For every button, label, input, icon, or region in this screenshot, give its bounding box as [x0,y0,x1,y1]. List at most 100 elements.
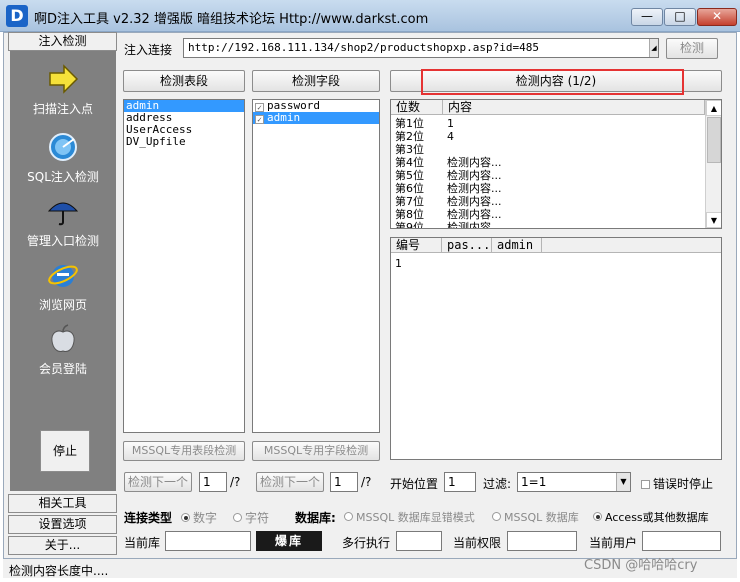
next-field-input[interactable]: 1 [330,472,358,492]
scroll-thumb[interactable] [707,117,721,163]
current-perm-input[interactable] [507,531,577,551]
sidebar-item-scan[interactable]: 扫描注入点 [10,63,116,117]
conn-char-radio[interactable]: 字符 [233,509,269,526]
umbrella-icon [47,202,79,226]
next-field-button[interactable]: 检测下一个 [256,472,324,492]
radio[interactable] [181,513,190,522]
radio[interactable] [492,512,501,521]
sidebar: 扫描注入点 SQL注入检测 管理入口检测 浏览网页 会员登陆 [10,51,116,491]
table-row[interactable]: 第3位 [391,143,705,156]
sidebar-item-label: 会员登陆 [38,362,87,376]
position-cell: 第8位 [395,208,424,221]
mssql-field-detect-button[interactable]: MSSQL专用字段检测 [252,441,380,461]
db-access-radio[interactable]: Access或其他数据库 [593,509,709,525]
scroll-down-icon[interactable]: ▼ [706,212,721,228]
table-row[interactable]: 第9位 检测内容... [391,221,705,228]
radar-icon [49,133,77,161]
position-cell: 第5位 [395,169,424,182]
table-row[interactable]: 第6位 检测内容... [391,182,705,195]
error-stop-checkbox[interactable]: 错误时停止 [641,475,713,492]
url-dropdown-icon[interactable]: ◢ [649,39,658,57]
table-row[interactable]: 第1位 1 [391,117,705,130]
current-db-label: 当前库 [124,536,161,550]
list-item[interactable]: DV_Upfile [124,136,244,148]
close-button[interactable]: ✕ [697,8,737,26]
next-table-input[interactable]: 1 [199,472,227,492]
tab-settings[interactable]: 设置选项 [8,515,117,534]
table-row[interactable]: 第7位 检测内容... [391,195,705,208]
tab-injection-detect[interactable]: 注入检测 [8,32,117,51]
tab-about[interactable]: 关于... [8,536,117,555]
filter-select[interactable]: 1=1 [517,472,631,492]
result-grid-header: 编号 pas... admin [391,238,721,253]
scroll-up-icon[interactable]: ▲ [706,100,721,116]
detect-button[interactable]: 检测 [666,38,718,59]
content-cell: 检测内容... [447,169,502,182]
checkbox[interactable]: ✓ [255,103,264,112]
sidebar-item-admin-entry[interactable]: 管理入口检测 [10,195,116,249]
sidebar-item-label: 管理入口检测 [26,234,99,248]
tab-related-tools[interactable]: 相关工具 [8,494,117,513]
sidebar-item-sql-detect[interactable]: SQL注入检测 [10,131,116,185]
window-title: 啊D注入工具 v2.32 增强版 暗组技术论坛 Http://www.darks… [34,12,429,27]
content-grid[interactable]: 位数 内容 第1位 1 第2位 4 第3位 第4位 检测内容... 第5位 检测内容... 第6位… [390,99,722,229]
table-row[interactable]: 第8位 检测内容... [391,208,705,221]
table-row[interactable]: 第2位 4 [391,130,705,143]
content-cell: 检测内容... [447,182,502,195]
radio[interactable] [593,512,602,521]
next-field-suffix: /? [361,475,372,489]
database-label: 数据库: [295,511,336,525]
list-item[interactable]: ✓ admin [253,112,379,124]
conn-number-radio[interactable]: 数字 [181,509,217,526]
checkbox[interactable]: ✓ [255,115,264,124]
minimize-button[interactable]: — [631,8,663,26]
column-header[interactable]: 位数 [391,100,443,115]
table-row[interactable]: 第4位 检测内容... [391,156,705,169]
sidebar-item-browse[interactable]: 浏览网页 [10,259,116,313]
watermark: CSDN @哈哈哈cry [584,558,698,573]
checkbox[interactable] [641,480,650,489]
next-table-button[interactable]: 检测下一个 [124,472,192,492]
radio[interactable] [233,513,242,522]
content-scrollbar[interactable]: ▲ ▼ [705,100,721,228]
start-position-input[interactable]: 1 [444,472,476,492]
column-header[interactable]: 内容 [443,100,705,115]
chevron-down-icon[interactable]: ▼ [616,473,630,491]
table-row[interactable]: 1 [391,257,721,270]
maximize-button[interactable]: □ [664,8,696,26]
app-icon: D [6,5,28,27]
db-mssql-error-radio[interactable]: MSSQL 数据库显错模式 [344,509,475,525]
result-grid[interactable]: 编号 pas... admin 1 [390,237,722,460]
detect-tables-button[interactable]: 检测表段 [123,70,245,92]
multi-exec-input[interactable] [396,531,442,551]
position-cell: 第1位 [395,117,424,130]
apple-icon [51,324,75,352]
radio[interactable] [344,512,353,521]
mssql-table-detect-button[interactable]: MSSQL专用表段检测 [123,441,245,461]
result-cell: 1 [395,257,402,270]
position-cell: 第2位 [395,130,424,143]
table-row[interactable]: 第5位 检测内容... [391,169,705,182]
column-header[interactable]: admin [492,238,542,253]
content-grid-header: 位数 内容 [391,100,705,115]
stop-button[interactable]: 停止 [40,430,90,472]
sidebar-item-member-login[interactable]: 会员登陆 [10,323,116,377]
connection-type-label: 连接类型 [124,511,173,525]
position-cell: 第4位 [395,156,424,169]
sidebar-item-label: 扫描注入点 [32,102,93,116]
burst-db-button[interactable]: 爆库 [256,531,322,551]
inject-url-input[interactable]: http://192.168.111.134/shop2/productshop… [183,38,659,58]
tables-list[interactable]: admin address UserAccess DV_Upfile [123,99,245,433]
radio-label: 字符 [245,511,270,525]
current-db-input[interactable] [165,531,251,551]
current-user-input[interactable] [642,531,721,551]
db-mssql-radio[interactable]: MSSQL 数据库 [492,509,579,525]
radio-label: Access或其他数据库 [605,511,709,524]
position-cell: 第7位 [395,195,424,208]
multi-exec-label: 多行执行 [342,536,391,550]
detect-fields-button[interactable]: 检测字段 [252,70,380,92]
column-header[interactable]: 编号 [391,238,442,253]
fields-list[interactable]: ✓ password ✓ admin [252,99,380,433]
radio-label: MSSQL 数据库显错模式 [356,511,475,524]
column-header[interactable]: pas... [442,238,492,253]
